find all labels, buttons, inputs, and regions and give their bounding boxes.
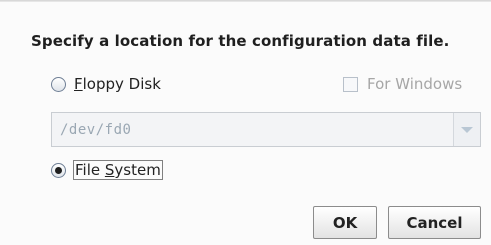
floppy-disk-option[interactable]: Floppy Disk (51, 75, 161, 93)
file-system-mnemonic: S (104, 161, 115, 179)
for-windows-option[interactable]: For Windows (343, 75, 462, 93)
file-system-label-rest: ystem (114, 161, 161, 179)
device-path-combobox[interactable]: /dev/fd0 (51, 112, 481, 147)
for-windows-label: For Windows (367, 75, 463, 93)
for-windows-checkbox[interactable] (343, 76, 358, 92)
floppy-disk-label-rest: loppy Disk (82, 75, 161, 93)
top-divider (0, 1, 491, 2)
ok-button[interactable]: OK (313, 206, 377, 239)
chevron-down-icon (461, 126, 473, 133)
floppy-disk-radio[interactable] (51, 76, 66, 92)
combo-dropdown-button[interactable] (453, 113, 480, 146)
cancel-button[interactable]: Cancel (388, 206, 481, 239)
floppy-disk-mnemonic: F (74, 75, 83, 93)
dialog-prompt: Specify a location for the configuration… (31, 32, 450, 50)
file-system-option[interactable]: File System (51, 160, 163, 180)
file-system-label-prefix: File (75, 161, 105, 179)
file-system-label[interactable]: File System (73, 160, 163, 180)
floppy-disk-label[interactable]: Floppy Disk (74, 75, 161, 93)
config-location-dialog: Specify a location for the configuration… (0, 0, 491, 245)
device-path-value[interactable]: /dev/fd0 (52, 113, 453, 146)
file-system-radio[interactable] (51, 162, 66, 178)
